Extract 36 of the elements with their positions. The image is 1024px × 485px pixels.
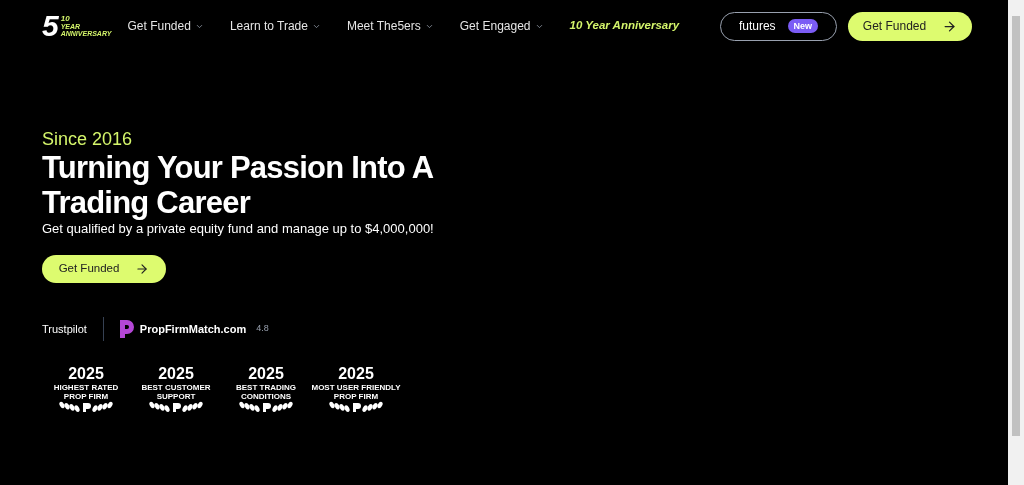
propfirmmatch-logo: PropFirmMatch.com: [139, 321, 247, 337]
award-label: BEST TRADING: [236, 383, 296, 392]
hero-subtitle: Get qualified by a private equity fund and manage up to $4,000,000!: [42, 220, 435, 238]
award-label: CONDITIONS: [240, 392, 292, 401]
award-label: BEST CUSTOMER: [141, 383, 211, 392]
laurel-icon: [148, 401, 204, 413]
arrow-right-icon: [942, 18, 958, 34]
hero-eyebrow: Since 2016: [42, 128, 134, 150]
logo-number: 10: [60, 15, 71, 23]
get-funded-button[interactable]: Get Funded: [848, 11, 972, 41]
laurel-icon: [238, 401, 294, 413]
laurel-icon: [328, 401, 384, 413]
scroll-bar[interactable]: [1008, 0, 1024, 485]
award-label: MOST USER FRIENDLY: [311, 383, 401, 392]
new-badge: New: [787, 19, 819, 33]
award-label: HIGHEST RATED: [53, 383, 119, 392]
get-funded-button[interactable]: Get Funded: [42, 255, 166, 283]
trustpilot-logo: Trustpilot: [42, 321, 87, 337]
rating-score: 4.8: [256, 322, 269, 336]
award-year: 2025: [338, 365, 374, 383]
nav-menu-item[interactable]: Get Engaged: [459, 17, 544, 35]
award-year: 2025: [248, 365, 284, 383]
award-year: 2025: [68, 365, 104, 383]
arrow-right-icon: [135, 262, 150, 276]
nav-link[interactable]: 10 Year Anniversary: [569, 17, 680, 35]
propfirmmatch-logo-icon: [119, 320, 134, 338]
award-label: PROP FIRM: [333, 392, 379, 401]
award-label: SUPPORT: [156, 392, 196, 401]
nav-menu-item[interactable]: Meet The5ers: [346, 17, 434, 35]
logo-digit: 5: [42, 11, 59, 41]
nav-menu-item[interactable]: Get Funded: [127, 17, 204, 35]
nav-menu-item[interactable]: Learn to Trade: [229, 17, 321, 35]
award-year: 2025: [158, 365, 194, 383]
hero-title: Turning Your Passion Into A Trading Career: [42, 150, 434, 220]
laurel-icon: [58, 401, 114, 413]
award-label: PROP FIRM: [63, 392, 109, 401]
